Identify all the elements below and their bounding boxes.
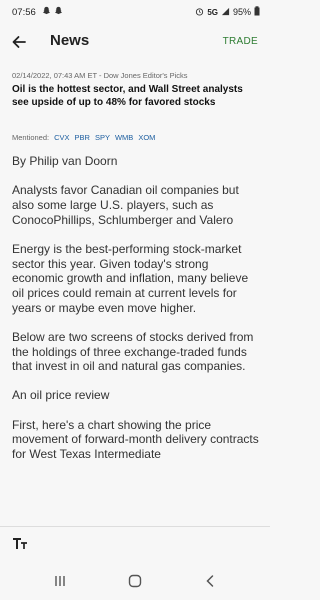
page-title: News: [50, 32, 90, 49]
article-body: By Philip van Doorn Analysts favor Canad…: [12, 154, 262, 476]
signal-icon: [221, 7, 230, 18]
system-nav-bar: [0, 562, 270, 600]
ticker-link-cvx[interactable]: CVX: [54, 133, 69, 142]
snapchat-icon: [42, 6, 51, 17]
network-label: 5G: [207, 7, 218, 17]
article-paragraph: Energy is the best-performing stock-mark…: [12, 241, 249, 315]
article-paragraph: Analysts favor Canadian oil companies bu…: [12, 183, 239, 227]
article-paragraph: Below are two screens of stocks derived …: [12, 329, 254, 374]
snapchat-icon: [54, 6, 63, 17]
article-subheading: An oil price review: [12, 388, 110, 403]
text-size-icon[interactable]: [12, 536, 28, 553]
ticker-link-wmb[interactable]: WMB: [115, 133, 133, 142]
recent-apps-icon[interactable]: [50, 573, 70, 589]
status-bar: 07:56 5G 95%: [0, 0, 270, 26]
article-meta: 02/14/2022, 07:43 AM ET - Dow Jones Edit…: [12, 71, 188, 80]
ticker-link-spy[interactable]: SPY: [95, 133, 110, 142]
ticker-link-xom[interactable]: XOM: [138, 133, 155, 142]
status-time: 07:56: [12, 7, 36, 18]
article-paragraph: First, here's a chart showing the price …: [12, 417, 259, 462]
mentioned-tickers: Mentioned: CVX PBR SPY WMB XOM: [12, 133, 155, 142]
back-nav-icon[interactable]: [200, 573, 220, 589]
battery-icon: [254, 6, 260, 18]
alarm-icon: [195, 7, 204, 18]
article-byline: By Philip van Doorn: [12, 154, 118, 168]
back-arrow-icon[interactable]: [10, 33, 28, 51]
article-content[interactable]: 02/14/2022, 07:43 AM ET - Dow Jones Edit…: [0, 66, 270, 526]
bottom-toolbar: [0, 526, 270, 563]
article-headline: Oil is the hottest sector, and Wall Stre…: [12, 84, 243, 108]
battery-text: 95%: [232, 7, 251, 17]
trade-button[interactable]: TRADE: [223, 36, 258, 47]
mentioned-label: Mentioned:: [12, 133, 50, 142]
ticker-link-pbr[interactable]: PBR: [75, 133, 90, 142]
app-bar: News TRADE: [0, 26, 270, 58]
home-icon[interactable]: [125, 573, 145, 589]
